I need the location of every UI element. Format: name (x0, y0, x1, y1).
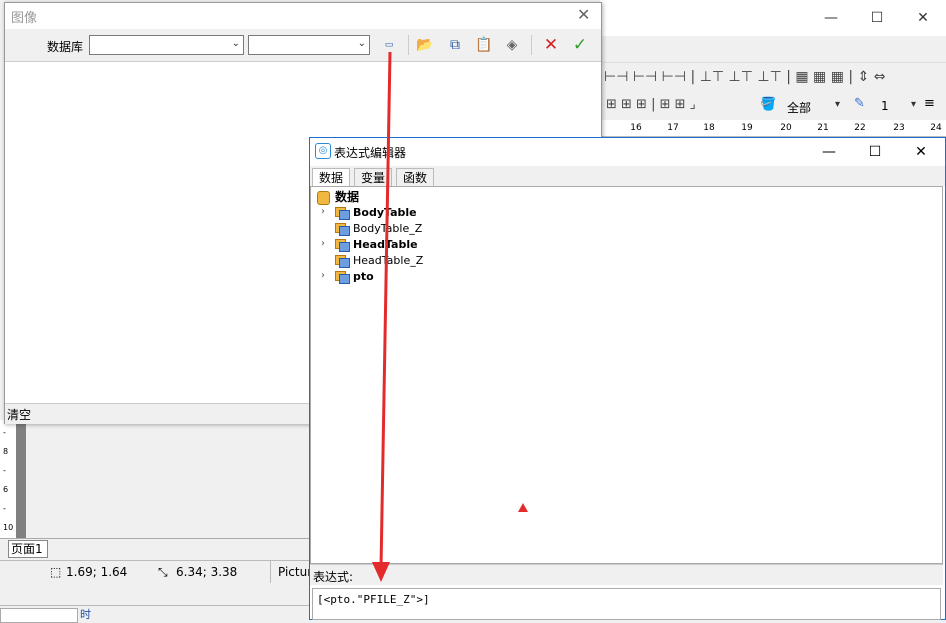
eraser-icon[interactable]: ◈ (502, 35, 522, 55)
designer-titlebar: — ☐ ✕ (600, 0, 946, 36)
copy-icon[interactable]: ⧉ (445, 35, 465, 55)
tree-root[interactable]: 数据 (317, 189, 359, 205)
tree-item-label: pto (353, 270, 374, 283)
expression-editor-tabs: 数据 变量 函数 (310, 166, 945, 187)
toolbar-divider (531, 35, 532, 55)
tree-item-label: BodyTable (353, 206, 417, 219)
data-tree: 数据 › BodyTable BodyTable_Z › HeadTable H… (310, 186, 943, 564)
ruler-tick: 6 (3, 485, 9, 494)
ruler-tick: 17 (667, 123, 679, 133)
toolbar-divider (408, 35, 409, 55)
expression-editor-dialog: ◎ 表达式编辑器 — ☐ ✕ 数据 变量 函数 数据 › BodyTable B… (309, 137, 946, 620)
line-style-icon[interactable]: ≡ (924, 96, 935, 111)
database-icon (317, 190, 330, 205)
ruler-tick: 19 (741, 123, 753, 133)
tree-root-label: 数据 (335, 190, 360, 204)
field-select[interactable]: ⌄ (248, 35, 370, 55)
ruler-tick: 16 (630, 123, 642, 133)
chevron-down-icon: ▾ (834, 99, 840, 110)
tab-variables[interactable]: 变量 (354, 168, 393, 187)
align-tools-icon[interactable]: ⊢⊣ ⊢⊣ ⊢⊣ | ⊥⊤ ⊥⊤ ⊥⊤ | ▦ ▦ ▦ | ⇕ ⇔ (604, 69, 886, 85)
ruler-tick: 8 (3, 447, 9, 456)
tree-item-bodytable-z[interactable]: BodyTable_Z (335, 221, 422, 237)
ruler-tick: 22 (854, 123, 866, 133)
designer-toolbar-align: ⊢⊣ ⊢⊣ ⊢⊣ | ⊥⊤ ⊥⊤ ⊥⊤ | ▦ ▦ ▦ | ⇕ ⇔ (600, 62, 946, 93)
close-icon[interactable]: ✕ (898, 138, 944, 166)
status-object: Pictur (278, 565, 313, 579)
close-icon[interactable]: ✕ (577, 5, 590, 24)
maximize-icon[interactable]: ☐ (852, 138, 898, 166)
border-tools-icon[interactable]: ⊞ ⊞ ⊞ | ⊞ ⊞ ⌟ (606, 97, 696, 112)
vertical-ruler: - 8 - 6 - 10 (0, 420, 17, 538)
tab-data[interactable]: 数据 (312, 168, 351, 187)
ruler-tick: - (3, 466, 6, 475)
table-icon (335, 271, 350, 284)
expression-editor-title: 表达式编辑器 (334, 146, 407, 160)
chevron-down-icon: ▾ (910, 99, 916, 110)
image-dialog-titlebar: 图像 ✕ (5, 3, 601, 29)
ruler-tick: - (3, 428, 6, 437)
image-dialog-toolbar: 数据库 ⌄ ⌄ ▭ 📂 ⧉ 📋 ◈ ✕ ✓ (5, 29, 601, 62)
status-divider (270, 561, 271, 583)
database-select[interactable]: ⌄ (89, 35, 244, 55)
tree-item-label: BodyTable_Z (353, 222, 423, 235)
line-width-select[interactable]: 1 ▾ (878, 96, 920, 116)
size-icon: ⤡ (158, 565, 168, 579)
table-icon (335, 207, 350, 220)
bottom-field[interactable] (0, 608, 78, 623)
cancel-icon[interactable]: ✕ (541, 35, 561, 55)
chevron-down-icon: ⌄ (357, 38, 366, 49)
scope-select-value: 全部 (787, 101, 812, 115)
ruler-tick: 23 (893, 123, 905, 133)
designer-toolbar-border: ⊞ ⊞ ⊞ | ⊞ ⊞ ⌟ 🪣 全部 ▾ ✎ 1 ▾ ≡ (600, 93, 946, 119)
fill-color-icon[interactable]: 🪣 (760, 97, 776, 112)
table-icon (335, 223, 350, 236)
expression-editor-titlebar: ◎ 表达式编辑器 — ☐ ✕ (310, 138, 945, 166)
app-icon: ◎ (315, 143, 331, 159)
tree-item-label: HeadTable_Z (353, 254, 424, 267)
field-select-icon[interactable]: ▭ (379, 35, 399, 55)
tree-item-pto[interactable]: pto (335, 269, 374, 285)
chevron-down-icon: ⌄ (231, 38, 240, 49)
database-label: 数据库 (47, 40, 84, 54)
paste-icon[interactable]: 📋 (474, 35, 494, 55)
red-triangle-marker (518, 503, 528, 512)
ruler-tick: 20 (780, 123, 792, 133)
page-margin (16, 420, 26, 538)
ruler-tick: - (3, 504, 6, 513)
position-icon: ⬚ (50, 565, 62, 579)
status-size: 6.34; 3.38 (176, 565, 238, 579)
expression-input[interactable]: [<pto."PFILE_Z">] (312, 588, 941, 620)
horizontal-ruler: 5161718192021222324 (597, 120, 946, 137)
tree-item-label: HeadTable (353, 238, 418, 251)
tab-page1[interactable]: 页面1 (8, 540, 48, 558)
image-dialog-title: 图像 (11, 11, 38, 26)
table-icon (335, 239, 350, 252)
expression-label: 表达式: (313, 570, 354, 584)
confirm-icon[interactable]: ✓ (570, 35, 590, 55)
minimize-icon[interactable]: — (806, 138, 852, 166)
tab-functions[interactable]: 函数 (396, 168, 435, 187)
open-folder-icon[interactable]: 📂 (415, 35, 435, 55)
ruler-tick: 21 (817, 123, 829, 133)
status-position: 1.69; 1.64 (66, 565, 128, 579)
chevron-right-icon[interactable]: › (321, 270, 325, 281)
tree-item-bodytable[interactable]: BodyTable (335, 205, 417, 221)
table-icon (335, 255, 350, 268)
ruler-tick: 18 (703, 123, 715, 133)
clear-button[interactable]: 清空 (7, 406, 31, 423)
chevron-right-icon[interactable]: › (321, 238, 325, 249)
pen-color-icon[interactable]: ✎ (854, 96, 865, 111)
tree-item-headtable[interactable]: HeadTable (335, 237, 418, 253)
ruler-tick: 24 (930, 123, 942, 133)
scope-select[interactable]: 全部 ▾ (784, 96, 844, 116)
close-icon[interactable]: ✕ (900, 6, 946, 30)
minimize-icon[interactable]: — (808, 6, 854, 30)
ruler-tick: 10 (3, 523, 14, 532)
maximize-icon[interactable]: ☐ (854, 6, 900, 30)
chevron-right-icon[interactable]: › (321, 206, 325, 217)
line-width-value: 1 (881, 99, 889, 113)
expression-label-bar: 表达式: (310, 564, 943, 585)
tree-item-headtable-z[interactable]: HeadTable_Z (335, 253, 423, 269)
